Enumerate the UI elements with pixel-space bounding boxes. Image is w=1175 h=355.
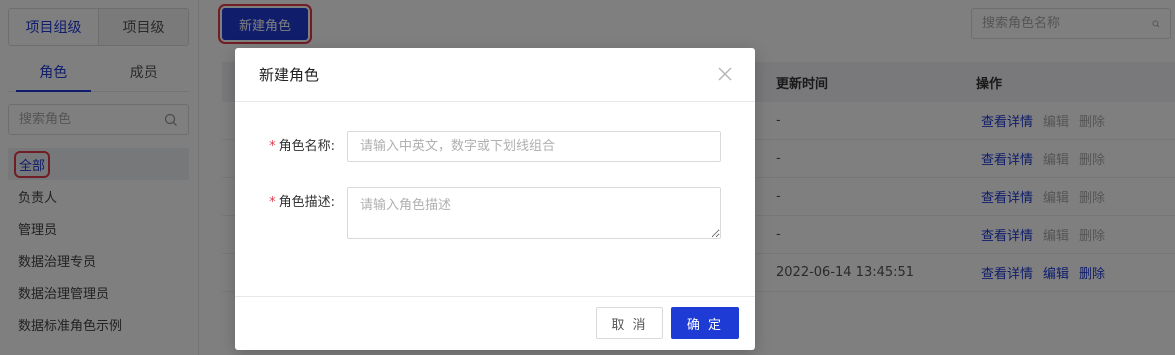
dialog-footer: 取 消 确 定	[235, 296, 755, 350]
role-name-input[interactable]	[347, 131, 721, 162]
cancel-button[interactable]: 取 消	[596, 307, 663, 339]
role-desc-textarea[interactable]	[347, 187, 721, 239]
required-mark: *	[269, 139, 276, 154]
role-name-label: * 角色名称:	[235, 131, 347, 162]
role-desc-row: * 角色描述:	[235, 187, 721, 239]
role-desc-label: * 角色描述:	[235, 187, 347, 218]
new-role-dialog: 新建角色 *角色名称: *角色描述: 取 消 确 定	[235, 48, 755, 350]
required-mark: *	[269, 195, 276, 210]
role-name-row: * 角色名称:	[235, 131, 721, 162]
dialog-title: 新建角色	[259, 66, 320, 84]
role-desc-label-text: 角色描述:	[278, 195, 335, 210]
confirm-button[interactable]: 确 定	[671, 307, 739, 339]
dialog-header: 新建角色	[235, 48, 755, 102]
close-icon[interactable]	[715, 64, 735, 84]
role-name-label-text: 角色名称:	[278, 139, 335, 154]
